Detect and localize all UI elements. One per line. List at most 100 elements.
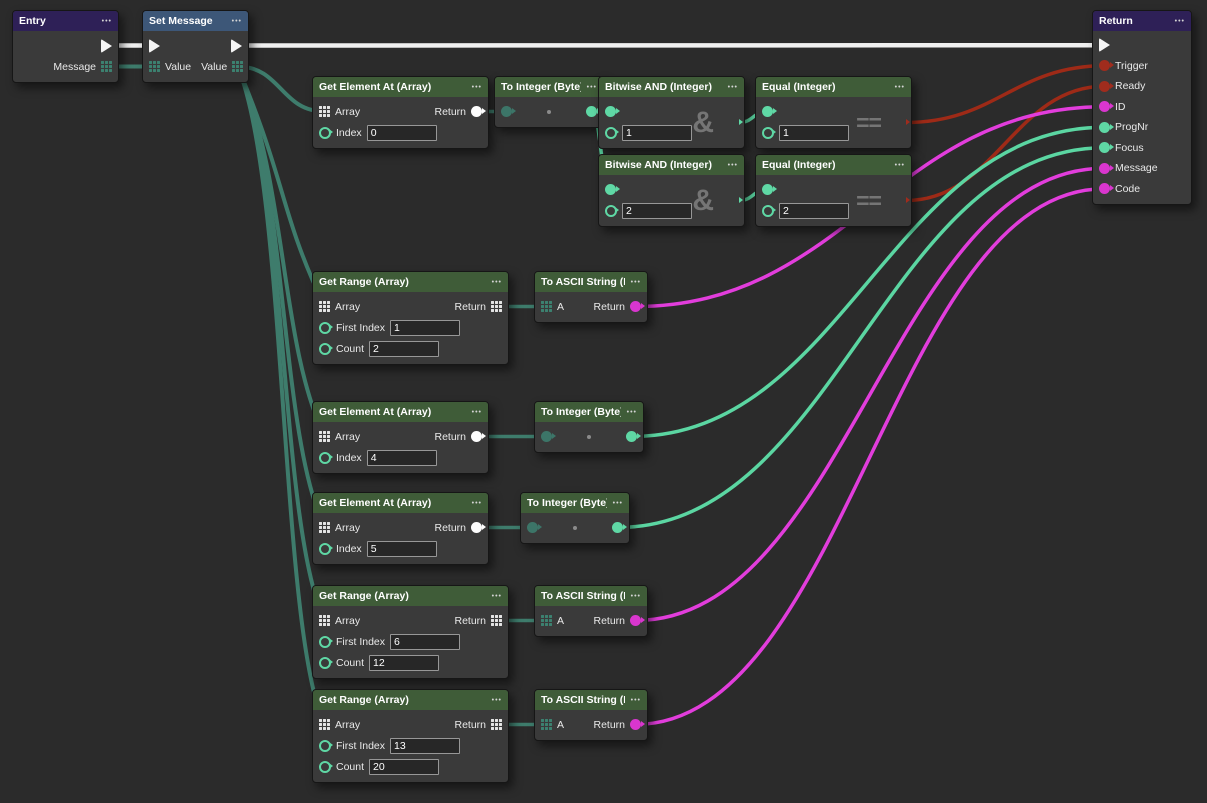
node-to-integer-byte[interactable]: To Integer (Byte)•••	[520, 492, 630, 544]
return-array-pin[interactable]	[491, 719, 502, 730]
first-index-pin[interactable]	[319, 740, 331, 752]
node-header[interactable]: Get Element At (Array)•••	[313, 77, 488, 97]
return-array-pin[interactable]	[491, 301, 502, 312]
index-pin[interactable]	[319, 452, 331, 464]
node-menu-button[interactable]: •••	[631, 593, 641, 600]
node-menu-button[interactable]: •••	[472, 409, 482, 416]
node-equal-integer[interactable]: Equal (Integer)•••==	[755, 76, 912, 149]
node-menu-button[interactable]: •••	[895, 84, 905, 91]
node-get-element-at-array[interactable]: Get Element At (Array)•••ArrayReturnInde…	[312, 76, 489, 149]
first-index-field[interactable]	[390, 634, 460, 650]
in2-pin[interactable]	[605, 205, 617, 217]
out-pin[interactable]	[612, 522, 623, 533]
node-return[interactable]: Return•••TriggerReadyIDProgNrFocusMessag…	[1092, 10, 1192, 205]
in1-pin[interactable]	[605, 106, 616, 117]
node-get-range-array[interactable]: Get Range (Array)•••ArrayReturnFirst Ind…	[312, 585, 509, 679]
node-header[interactable]: Bitwise AND (Integer)•••	[599, 77, 744, 97]
index-field[interactable]	[367, 450, 437, 466]
in2-pin[interactable]	[762, 127, 774, 139]
array-array-pin[interactable]	[319, 615, 330, 626]
ready-pin[interactable]	[1099, 81, 1110, 92]
node-to-integer-byte[interactable]: To Integer (Byte)•••	[494, 76, 604, 128]
count-pin[interactable]	[319, 761, 331, 773]
array-array-pin[interactable]	[319, 106, 330, 117]
node-menu-button[interactable]: •••	[895, 162, 905, 169]
node-header[interactable]: Entry•••	[13, 11, 118, 31]
return-pin[interactable]	[630, 615, 641, 626]
in-pin[interactable]	[541, 431, 552, 442]
node-header[interactable]: To ASCII String (Byte)•••	[535, 586, 647, 606]
operand-field[interactable]	[622, 203, 692, 219]
value-array-pin[interactable]	[232, 61, 243, 72]
in1-pin[interactable]	[605, 184, 616, 195]
in1-pin[interactable]	[762, 106, 773, 117]
out-pin[interactable]	[586, 106, 597, 117]
index-pin[interactable]	[319, 543, 331, 555]
wire-magenta[interactable]	[636, 168, 1105, 620]
node-menu-button[interactable]: •••	[728, 162, 738, 169]
node-entry[interactable]: Entry•••Message	[12, 10, 119, 83]
message-pin[interactable]	[1099, 163, 1110, 174]
node-bitwise-and-integer[interactable]: Bitwise AND (Integer)•••&	[598, 154, 745, 227]
in2-pin[interactable]	[762, 205, 774, 217]
node-header[interactable]: Get Range (Array)•••	[313, 690, 508, 710]
out-pin[interactable]	[626, 431, 637, 442]
return-pin[interactable]	[630, 719, 641, 730]
value-array-pin[interactable]	[149, 61, 160, 72]
node-get-range-array[interactable]: Get Range (Array)•••ArrayReturnFirst Ind…	[312, 271, 509, 365]
first-index-field[interactable]	[390, 738, 460, 754]
index-field[interactable]	[367, 541, 437, 557]
node-to-ascii-string-byte[interactable]: To ASCII String (Byte)•••AReturn	[534, 271, 648, 323]
a-array-pin[interactable]	[541, 719, 552, 730]
node-header[interactable]: Equal (Integer)•••	[756, 155, 911, 175]
index-field[interactable]	[367, 125, 437, 141]
node-header[interactable]: Get Element At (Array)•••	[313, 402, 488, 422]
node-menu-button[interactable]: •••	[613, 500, 623, 507]
array-array-pin[interactable]	[319, 522, 330, 533]
node-menu-button[interactable]: •••	[728, 84, 738, 91]
node-menu-button[interactable]: •••	[587, 84, 597, 91]
node-get-range-array[interactable]: Get Range (Array)•••ArrayReturnFirst Ind…	[312, 689, 509, 783]
count-field[interactable]	[369, 655, 439, 671]
in1-pin[interactable]	[762, 184, 773, 195]
node-get-element-at-array[interactable]: Get Element At (Array)•••ArrayReturnInde…	[312, 401, 489, 474]
wire-magenta[interactable]	[636, 189, 1105, 725]
return-pin[interactable]	[630, 301, 641, 312]
node-header[interactable]: Equal (Integer)•••	[756, 77, 911, 97]
in-pin[interactable]	[527, 522, 538, 533]
in-pin[interactable]	[501, 106, 512, 117]
node-equal-integer[interactable]: Equal (Integer)•••==	[755, 154, 912, 227]
array-array-pin[interactable]	[319, 719, 330, 730]
operand-field[interactable]	[622, 125, 692, 141]
return-pin[interactable]	[471, 431, 482, 442]
node-menu-button[interactable]: •••	[232, 18, 242, 25]
exec-in-exec-pin[interactable]	[149, 39, 160, 53]
node-menu-button[interactable]: •••	[627, 409, 637, 416]
node-menu-button[interactable]: •••	[492, 279, 502, 286]
prognr-pin[interactable]	[1099, 122, 1110, 133]
first-index-field[interactable]	[390, 320, 460, 336]
node-header[interactable]: To ASCII String (Byte)•••	[535, 272, 647, 292]
a-array-pin[interactable]	[541, 615, 552, 626]
first-index-pin[interactable]	[319, 322, 331, 334]
node-menu-button[interactable]: •••	[492, 697, 502, 704]
node-set-message[interactable]: Set Message•••ValueValue	[142, 10, 249, 83]
node-header[interactable]: To Integer (Byte)•••	[521, 493, 629, 513]
count-pin[interactable]	[319, 343, 331, 355]
node-header[interactable]: Get Range (Array)•••	[313, 272, 508, 292]
node-header[interactable]: To ASCII String (Byte)•••	[535, 690, 647, 710]
wire-red[interactable]	[906, 66, 1105, 123]
node-header[interactable]: To Integer (Byte)•••	[495, 77, 603, 97]
node-header[interactable]: Set Message•••	[143, 11, 248, 31]
message-array-pin[interactable]	[101, 61, 112, 72]
node-menu-button[interactable]: •••	[631, 697, 641, 704]
node-header[interactable]: Bitwise AND (Integer)•••	[599, 155, 744, 175]
return-pin[interactable]	[471, 106, 482, 117]
exec-in-exec-pin[interactable]	[1099, 38, 1110, 52]
return-array-pin[interactable]	[491, 615, 502, 626]
count-pin[interactable]	[319, 657, 331, 669]
node-menu-button[interactable]: •••	[472, 84, 482, 91]
count-field[interactable]	[369, 759, 439, 775]
id-pin[interactable]	[1099, 101, 1110, 112]
node-graph-canvas[interactable]: Entry•••Message Set Message•••ValueValue G…	[0, 0, 1207, 803]
